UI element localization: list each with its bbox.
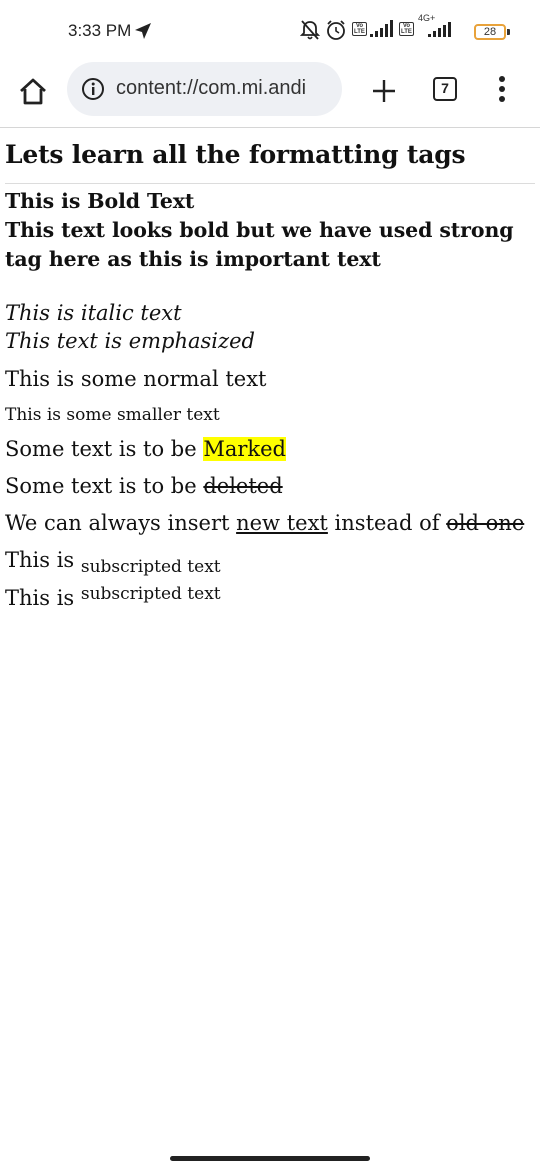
strong-text: This text looks bold but we have used st… [5, 218, 514, 271]
subscript-line: This is subscripted text [5, 546, 535, 577]
volte-badge-2: Vo LTE [399, 22, 414, 36]
page-content: Lets learn all the formatting tags This … [5, 128, 535, 614]
status-icons: Vo LTE Vo LTE 4G+ 28 [300, 13, 540, 46]
superscript-line: This is subscripted text [5, 584, 535, 614]
subscript-prefix: This is [5, 548, 81, 572]
deleted-word: deleted [203, 474, 283, 498]
deleted-line: Some text is to be deleted [5, 472, 535, 500]
alarm-icon [327, 20, 345, 40]
browser-toolbar: content://com.mi.andi 7 [0, 62, 540, 128]
marked-prefix: Some text is to be [5, 437, 204, 461]
status-bar: 3:33 PM Vo LTE Vo LTE 4G+ 28 [0, 0, 540, 62]
normal-text: This is some normal text [5, 367, 267, 391]
insert-middle: instead of [327, 511, 447, 535]
marked-line: Some text is to be Marked [5, 435, 535, 463]
volte-badge-1: Vo LTE [352, 22, 367, 36]
muted-bell-icon [300, 20, 320, 40]
superscript-text: subscripted text [80, 584, 221, 604]
insert-prefix: We can always insert [5, 511, 237, 535]
italic-text: This is italic text [5, 301, 182, 325]
old-text: old one [446, 511, 525, 535]
status-time: 3:33 PM [68, 21, 132, 40]
bold-text: This is Bold Text [5, 189, 195, 213]
bold-section: This is Bold Text This text looks bold b… [5, 187, 535, 274]
subscript-text: subscripted text [80, 557, 221, 577]
new-tab-plus-icon[interactable] [369, 76, 399, 106]
signal-bars-2-icon [428, 22, 451, 37]
gesture-navigation-bar[interactable] [170, 1156, 370, 1161]
home-icon[interactable] [17, 76, 49, 108]
battery-tip [507, 29, 510, 35]
italic-section: This is italic text This text is emphasi… [5, 299, 535, 355]
marked-word: Marked [203, 437, 287, 461]
info-icon[interactable] [81, 77, 105, 101]
insert-line: We can always insert new text instead of… [5, 509, 535, 537]
more-options-icon[interactable] [492, 74, 512, 104]
signal-bars-1-icon [370, 20, 393, 37]
emphasized-text: This text is emphasized [5, 329, 255, 353]
navigation-arrow-icon [135, 23, 151, 39]
battery-indicator: 28 [474, 24, 506, 40]
deleted-prefix: Some text is to be [5, 474, 204, 498]
tab-switcher-button[interactable]: 7 [433, 77, 457, 101]
url-text[interactable]: content://com.mi.andi [116, 77, 306, 100]
address-bar[interactable]: content://com.mi.andi [67, 62, 342, 116]
inserted-text: new text [236, 511, 328, 535]
small-text: This is some smaller text [5, 405, 220, 425]
superscript-prefix: This is [5, 586, 81, 610]
page-title: Lets learn all the formatting tags [5, 140, 535, 184]
